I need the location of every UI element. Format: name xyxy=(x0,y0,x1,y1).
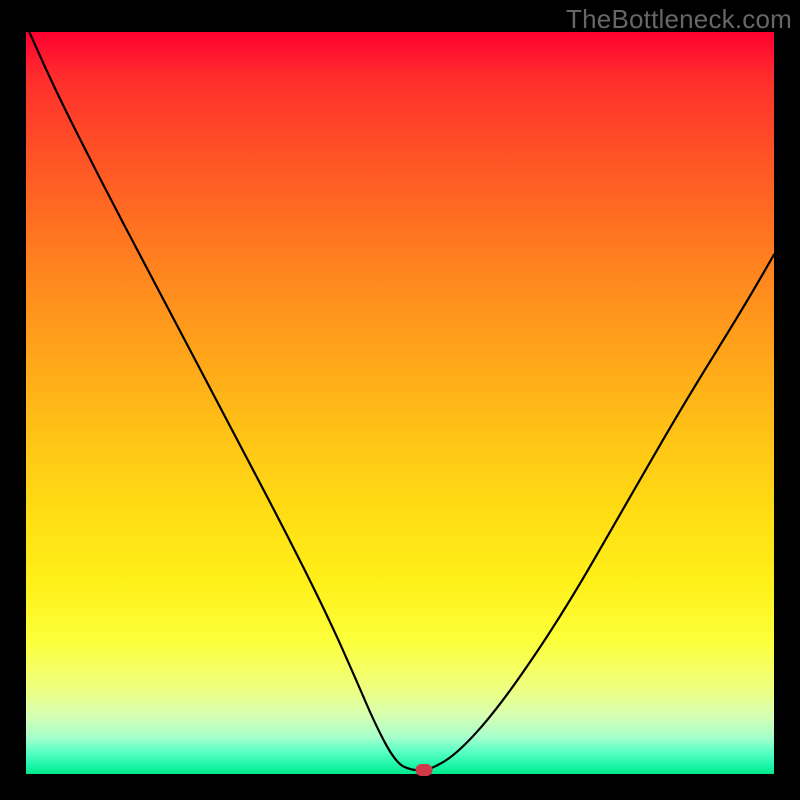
plot-area xyxy=(26,32,774,774)
chart-frame: TheBottleneck.com xyxy=(0,0,800,800)
plot-svg xyxy=(26,32,774,774)
bottleneck-marker xyxy=(415,764,432,776)
watermark-label: TheBottleneck.com xyxy=(566,4,792,35)
bottleneck-curve xyxy=(26,32,774,770)
